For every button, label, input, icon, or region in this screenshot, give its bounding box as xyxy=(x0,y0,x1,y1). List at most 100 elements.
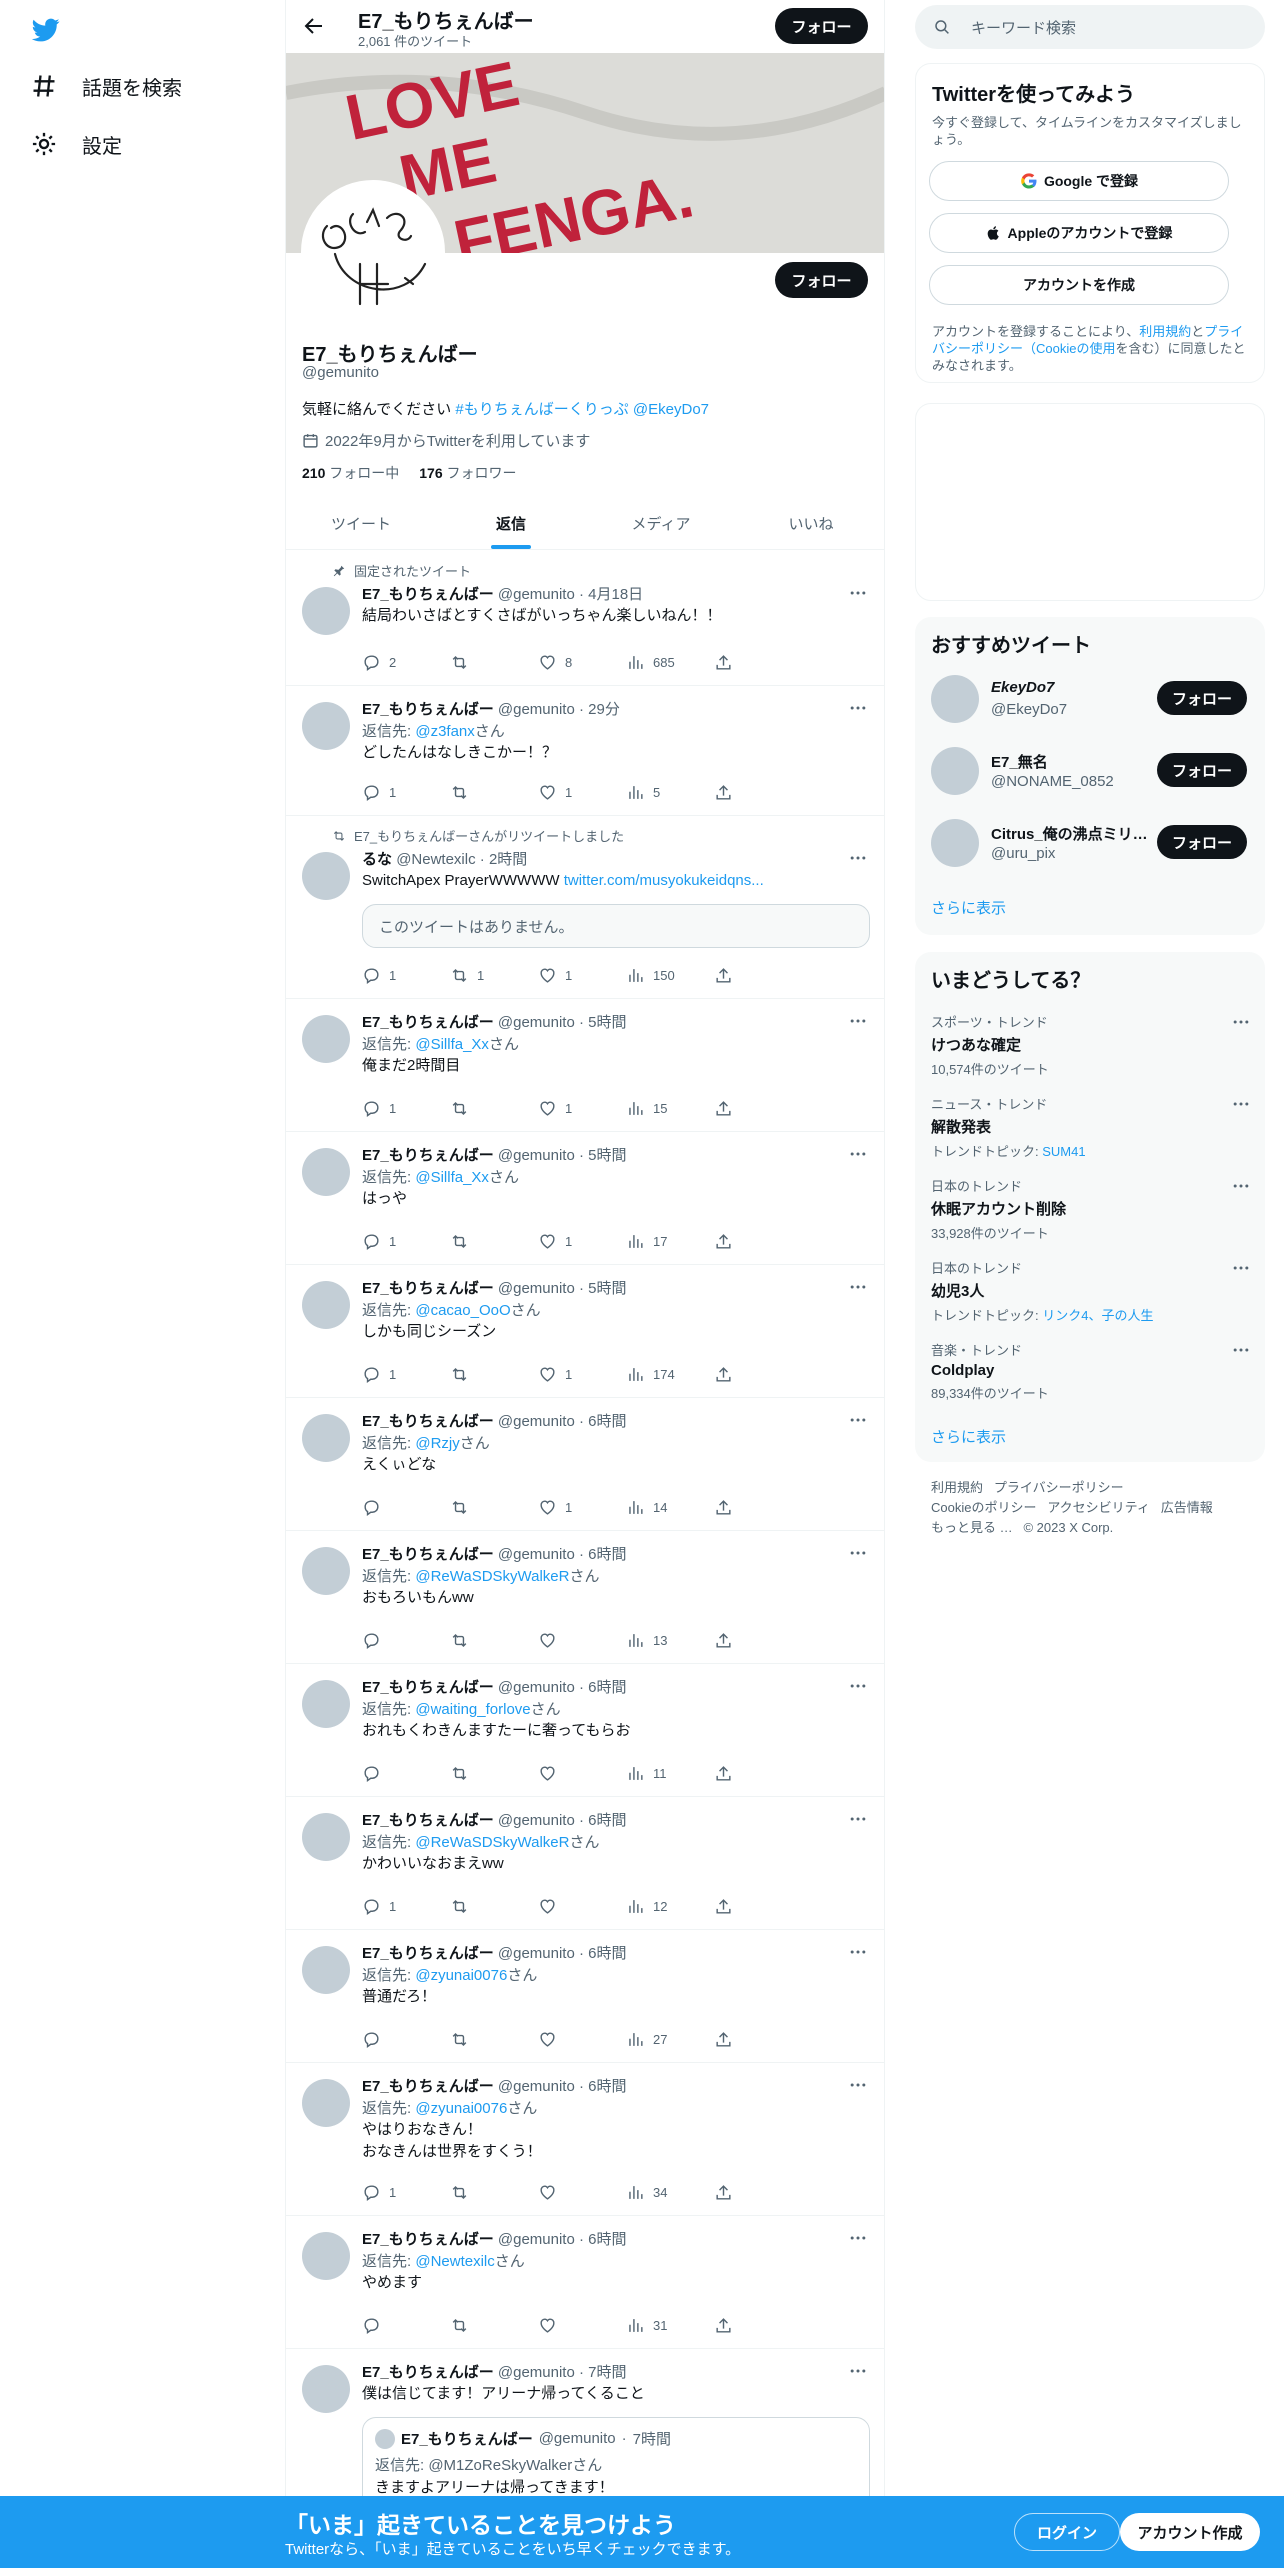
like-button[interactable] xyxy=(538,1763,626,1783)
avatar[interactable] xyxy=(931,819,979,867)
google-signup-button[interactable]: Google で登録 xyxy=(929,161,1229,201)
views-button[interactable]: 13 xyxy=(626,1630,714,1650)
trend-item[interactable]: 日本のトレンド 幼児3人 トレンドトピック: リンク4、子の人生 xyxy=(931,1258,1251,1324)
reply-to-link[interactable]: @Newtexilc xyxy=(415,2253,494,2270)
share-button[interactable] xyxy=(714,1497,802,1517)
views-button[interactable]: 685 xyxy=(626,652,714,672)
retweet-button[interactable] xyxy=(450,652,538,672)
reply-button[interactable]: 1 xyxy=(362,1364,450,1384)
signup-button[interactable]: アカウント作成 xyxy=(1120,2513,1260,2551)
retweet-button[interactable] xyxy=(450,2182,538,2202)
views-button[interactable]: 12 xyxy=(626,1896,714,1916)
views-button[interactable]: 15 xyxy=(626,1098,714,1118)
share-button[interactable] xyxy=(714,1763,802,1783)
share-button[interactable] xyxy=(714,965,802,985)
avatar[interactable] xyxy=(302,1946,350,1994)
reply-to-link[interactable]: @zyunai0076 xyxy=(415,1967,507,1984)
tweet[interactable]: E7_もりちぇんばー @gemunito · 5時間 返信先: @Sillfa_X… xyxy=(286,1132,884,1265)
retweet-button[interactable] xyxy=(450,1098,538,1118)
twitter-bird-icon[interactable] xyxy=(30,16,62,44)
following-link[interactable]: 210 フォロー中 xyxy=(302,463,399,483)
footer-terms[interactable]: 利用規約 xyxy=(931,1480,983,1495)
retweet-button[interactable] xyxy=(450,1630,538,1650)
more-icon[interactable] xyxy=(848,1011,868,1031)
views-button[interactable]: 27 xyxy=(626,2029,714,2049)
author-name[interactable]: E7_もりちぇんばー xyxy=(362,1147,494,1164)
tweet[interactable]: E7_もりちぇんばー @gemunito · 5時間 返信先: @cacao_Oo… xyxy=(286,1265,884,1398)
share-button[interactable] xyxy=(714,2182,802,2202)
like-button[interactable]: 1 xyxy=(538,1497,626,1517)
author-handle[interactable]: @gemunito xyxy=(498,1812,575,1829)
author-name[interactable]: E7_もりちぇんばー xyxy=(362,2078,494,2095)
nav-explore[interactable]: 話題を検索 xyxy=(30,66,182,106)
tweet-time[interactable]: 6時間 xyxy=(588,1679,626,1696)
tweet-time[interactable]: 4月18日 xyxy=(588,586,643,603)
reply-to-link[interactable]: @cacao_OoO xyxy=(415,1302,510,1319)
profile-follow-button[interactable]: フォロー xyxy=(775,262,868,298)
author-name[interactable]: E7_もりちぇんばー xyxy=(362,586,494,603)
reply-button[interactable]: 1 xyxy=(362,1231,450,1251)
reply-button[interactable] xyxy=(362,2315,450,2335)
recommended-show-more[interactable]: さらに表示 xyxy=(931,897,1006,918)
reply-to-link[interactable]: @z3fanx xyxy=(415,723,474,740)
author-handle[interactable]: @Newtexilc xyxy=(396,851,475,868)
tweet-time[interactable]: 5時間 xyxy=(588,1147,626,1164)
author-name[interactable]: E7_もりちぇんばー xyxy=(362,701,494,718)
tweet[interactable]: E7_もりちぇんばー @gemunito · 6時間 返信先: @zyunai00… xyxy=(286,1930,884,2063)
recommended-user[interactable]: Citrus_俺の沸点ミリ… @uru_pix フォロー xyxy=(931,817,1251,869)
footer-more[interactable]: もっと見る … xyxy=(931,1520,1013,1535)
tweet-time[interactable]: 6時間 xyxy=(588,1945,626,1962)
search-bar[interactable]: キーワード検索 xyxy=(915,5,1265,49)
nav-settings[interactable]: 設定 xyxy=(30,124,122,164)
share-button[interactable] xyxy=(714,1896,802,1916)
tweet-time[interactable]: 7時間 xyxy=(588,2364,626,2381)
views-button[interactable]: 34 xyxy=(626,2182,714,2202)
avatar[interactable] xyxy=(302,1680,350,1728)
reply-button[interactable]: 1 xyxy=(362,2182,450,2202)
views-button[interactable]: 150 xyxy=(626,965,714,985)
trend-item[interactable]: スポーツ・トレンド けつあな確定 10,574件のツイート xyxy=(931,1012,1251,1078)
followers-link[interactable]: 176 フォロワー xyxy=(419,463,516,483)
trend-topic-link[interactable]: リンク4、子の人生 xyxy=(1042,1308,1153,1323)
recommended-user[interactable]: E7_無名 @NONAME_0852 フォロー xyxy=(931,745,1251,797)
more-icon[interactable] xyxy=(848,2075,868,2095)
views-button[interactable]: 11 xyxy=(626,1763,714,1783)
author-handle[interactable]: @gemunito xyxy=(498,1014,575,1031)
tweet-time[interactable]: 5時間 xyxy=(588,1014,626,1031)
tweet-time[interactable]: 29分 xyxy=(588,701,620,718)
trend-item[interactable]: 音楽・トレンド Coldplay 89,334件のツイート xyxy=(931,1340,1251,1402)
reply-to-link[interactable]: @Sillfa_Xx xyxy=(415,1169,489,1186)
more-icon[interactable] xyxy=(1231,1258,1251,1278)
reply-button[interactable] xyxy=(362,1630,450,1650)
more-icon[interactable] xyxy=(1231,1340,1251,1360)
retweet-button[interactable] xyxy=(450,1896,538,1916)
like-button[interactable] xyxy=(538,2182,626,2202)
more-icon[interactable] xyxy=(848,2228,868,2248)
tweet-time[interactable]: 6時間 xyxy=(588,1546,626,1563)
like-button[interactable]: 1 xyxy=(538,782,626,802)
views-button[interactable]: 174 xyxy=(626,1364,714,1384)
reply-to-link[interactable]: @Rzjy xyxy=(415,1435,459,1452)
reply-button[interactable]: 1 xyxy=(362,1098,450,1118)
avatar[interactable] xyxy=(302,587,350,635)
search-input[interactable]: キーワード検索 xyxy=(971,17,1076,38)
reply-to-link[interactable]: @ReWaSDSkyWalkeR xyxy=(415,1568,569,1585)
reply-button[interactable]: 1 xyxy=(362,965,450,985)
author-name[interactable]: E7_もりちぇんばー xyxy=(362,1546,494,1563)
author-name[interactable]: るな xyxy=(362,851,392,868)
author-name[interactable]: E7_もりちぇんばー xyxy=(362,2364,494,2381)
bio-mention-link[interactable]: @EkeyDo7 xyxy=(629,401,709,418)
more-icon[interactable] xyxy=(1231,1094,1251,1114)
author-handle[interactable]: @gemunito xyxy=(498,701,575,718)
more-icon[interactable] xyxy=(848,1676,868,1696)
rec-follow-button[interactable]: フォロー xyxy=(1157,753,1247,787)
like-button[interactable] xyxy=(538,1896,626,1916)
avatar[interactable] xyxy=(302,1148,350,1196)
tweet-time[interactable]: 6時間 xyxy=(588,1812,626,1829)
tab-media[interactable]: メディア xyxy=(586,497,736,549)
rec-follow-button[interactable]: フォロー xyxy=(1157,825,1247,859)
avatar[interactable] xyxy=(302,1281,350,1329)
more-icon[interactable] xyxy=(848,583,868,603)
bio-hashtag-link[interactable]: #もりちぇんばーくりっぷ xyxy=(455,401,628,418)
retweet-button[interactable] xyxy=(450,1497,538,1517)
